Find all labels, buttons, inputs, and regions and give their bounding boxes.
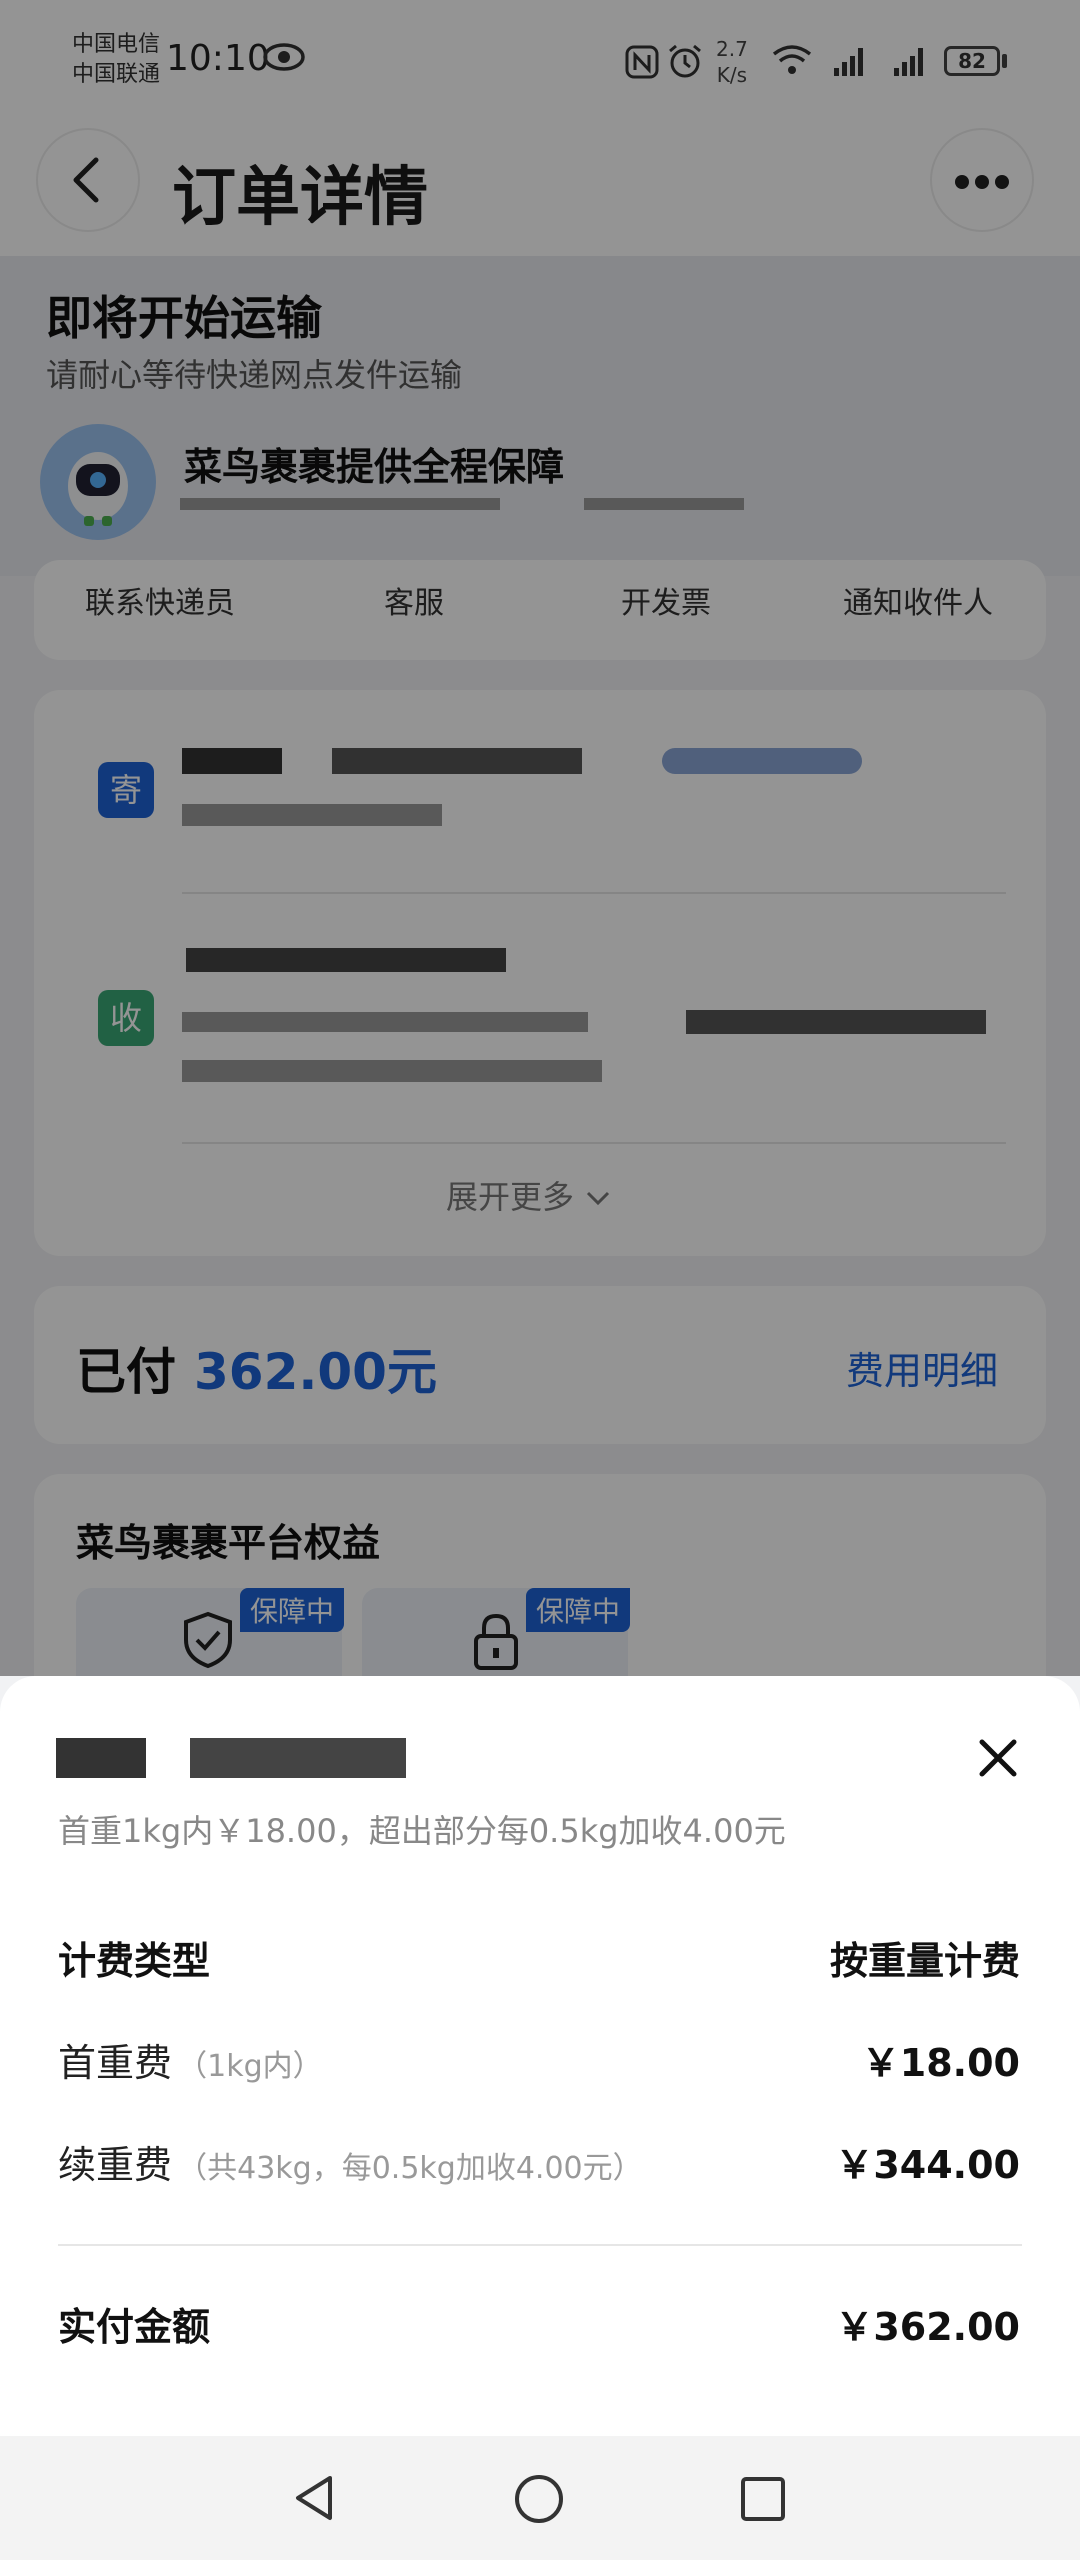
continued-weight-note: （共43kg，每0.5kg加收4.00元） [177,2151,643,2186]
redacted-courier-logo [56,1738,146,1778]
total-value: ￥362.00 [835,2305,1020,2349]
close-icon[interactable] [972,1732,1024,1784]
continued-weight-label: 续重费 [58,2143,173,2187]
first-weight-value: ￥18.00 [861,2041,1020,2085]
continued-weight-row: 续重费 （共43kg，每0.5kg加收4.00元） [58,2134,643,2189]
total-label: 实付金额 [58,2305,211,2349]
modal-overlay[interactable] [0,0,1080,1676]
nav-recents-icon[interactable] [738,2474,788,2524]
first-weight-note: （1kg内） [177,2049,323,2084]
billing-type-value: 按重量计费 [829,1939,1020,1983]
first-weight-row: 首重费 （1kg内） [58,2032,323,2087]
nav-home-icon[interactable] [512,2472,566,2526]
nav-back-icon[interactable] [290,2472,340,2524]
redacted-courier-name [190,1738,406,1778]
pricing-rule: 首重1kg内￥18.00，超出部分每0.5kg加收4.00元 [58,1812,786,1850]
billing-type-label: 计费类型 [58,1939,211,1983]
first-weight-label: 首重费 [58,2041,173,2085]
continued-weight-value: ￥344.00 [835,2143,1020,2187]
divider [58,2244,1022,2246]
